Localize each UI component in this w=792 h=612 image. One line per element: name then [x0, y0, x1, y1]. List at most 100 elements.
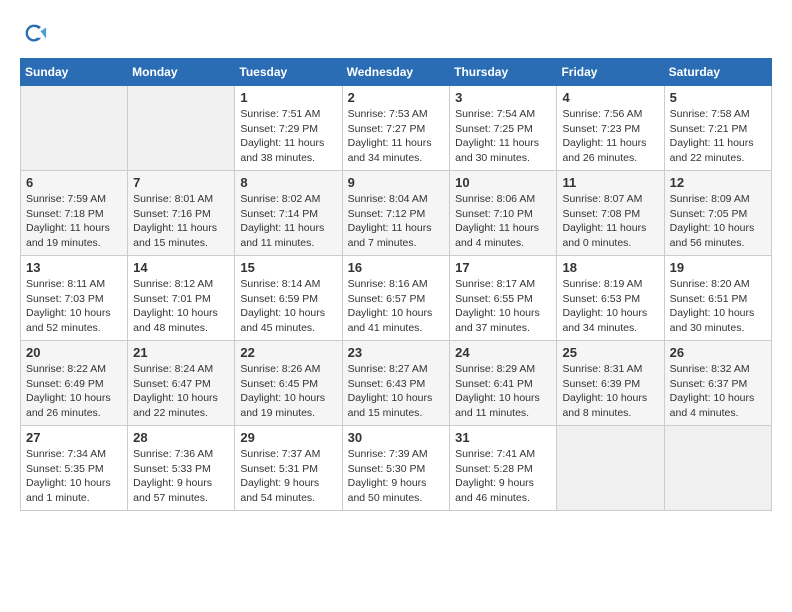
calendar-cell: 17Sunrise: 8:17 AM Sunset: 6:55 PM Dayli…: [450, 256, 557, 341]
day-number: 15: [240, 260, 336, 275]
calendar-cell: 29 Sunrise: 7:37 AM Sunset: 5:31 PM Dayli…: [235, 426, 342, 511]
calendar-cell: 24 Sunrise: 8:29 AM Sunset: 6:41 PM Dayli…: [450, 341, 557, 426]
day-info: Sunrise: 7:58 AM Sunset: 7:21 PM Dayligh…: [670, 107, 766, 166]
day-info: Sunrise: 8:27 AM Sunset: 6:43 PM Dayligh…: [348, 362, 445, 421]
day-number: 6: [26, 175, 122, 190]
day-number: 5: [670, 90, 766, 105]
day-info: Sunrise: 8:07 AM Sunset: 7:08 PM Dayligh…: [562, 192, 658, 251]
day-number: 17: [455, 260, 551, 275]
calendar-header-row: Sunday Monday Tuesday Wednesday Thursday…: [21, 59, 772, 86]
day-info: Sunrise: 8:02 AM Sunset: 7:14 PM Dayligh…: [240, 192, 336, 251]
calendar-cell: 30 Sunrise: 7:39 AM Sunset: 5:30 PM Dayli…: [342, 426, 450, 511]
calendar-cell: [21, 86, 128, 171]
calendar-cell: 13 Sunrise: 8:11 AM Sunset: 7:03 PM Dayli…: [21, 256, 128, 341]
day-info: Sunrise: 8:20 AM Sunset: 6:51 PM Dayligh…: [670, 277, 766, 336]
day-info: Sunrise: 8:29 AM Sunset: 6:41 PM Dayligh…: [455, 362, 551, 421]
calendar-cell: 16Sunrise: 8:16 AM Sunset: 6:57 PM Dayli…: [342, 256, 450, 341]
day-number: 9: [348, 175, 445, 190]
day-number: 20: [26, 345, 122, 360]
day-info: Sunrise: 8:24 AM Sunset: 6:47 PM Dayligh…: [133, 362, 229, 421]
day-info: Sunrise: 8:32 AM Sunset: 6:37 PM Dayligh…: [670, 362, 766, 421]
day-info: Sunrise: 8:01 AM Sunset: 7:16 PM Dayligh…: [133, 192, 229, 251]
day-info: Sunrise: 7:37 AM Sunset: 5:31 PM Dayligh…: [240, 447, 336, 506]
day-info: Sunrise: 8:09 AM Sunset: 7:05 PM Dayligh…: [670, 192, 766, 251]
day-number: 13: [26, 260, 122, 275]
calendar-cell: 21 Sunrise: 8:24 AM Sunset: 6:47 PM Dayli…: [128, 341, 235, 426]
header-wednesday: Wednesday: [342, 59, 450, 86]
day-number: 7: [133, 175, 229, 190]
calendar-cell: 5 Sunrise: 7:58 AM Sunset: 7:21 PM Daylig…: [664, 86, 771, 171]
calendar-cell: 25Sunrise: 8:31 AM Sunset: 6:39 PM Dayli…: [557, 341, 664, 426]
logo-icon: [20, 20, 48, 48]
header-thursday: Thursday: [450, 59, 557, 86]
header-friday: Friday: [557, 59, 664, 86]
calendar-cell: 3Sunrise: 7:54 AM Sunset: 7:25 PM Daylig…: [450, 86, 557, 171]
calendar-cell: 11 Sunrise: 8:07 AM Sunset: 7:08 PM Dayli…: [557, 171, 664, 256]
calendar-cell: 22Sunrise: 8:26 AM Sunset: 6:45 PM Dayli…: [235, 341, 342, 426]
calendar-cell: 19Sunrise: 8:20 AM Sunset: 6:51 PM Dayli…: [664, 256, 771, 341]
calendar-cell: 10Sunrise: 8:06 AM Sunset: 7:10 PM Dayli…: [450, 171, 557, 256]
calendar-cell: [557, 426, 664, 511]
day-info: Sunrise: 7:39 AM Sunset: 5:30 PM Dayligh…: [348, 447, 445, 506]
calendar-cell: [664, 426, 771, 511]
day-number: 25: [562, 345, 658, 360]
day-number: 23: [348, 345, 445, 360]
day-info: Sunrise: 8:11 AM Sunset: 7:03 PM Dayligh…: [26, 277, 122, 336]
day-number: 12: [670, 175, 766, 190]
calendar-week-4: 20 Sunrise: 8:22 AM Sunset: 6:49 PM Dayli…: [21, 341, 772, 426]
day-number: 1: [240, 90, 336, 105]
calendar-cell: 1 Sunrise: 7:51 AM Sunset: 7:29 PM Daylig…: [235, 86, 342, 171]
calendar-cell: 7 Sunrise: 8:01 AM Sunset: 7:16 PM Daylig…: [128, 171, 235, 256]
day-number: 28: [133, 430, 229, 445]
day-number: 4: [562, 90, 658, 105]
calendar-cell: [128, 86, 235, 171]
calendar-cell: 31 Sunrise: 7:41 AM Sunset: 5:28 PM Dayli…: [450, 426, 557, 511]
day-info: Sunrise: 8:22 AM Sunset: 6:49 PM Dayligh…: [26, 362, 122, 421]
day-number: 27: [26, 430, 122, 445]
calendar-week-3: 13 Sunrise: 8:11 AM Sunset: 7:03 PM Dayli…: [21, 256, 772, 341]
calendar-cell: 28 Sunrise: 7:36 AM Sunset: 5:33 PM Dayli…: [128, 426, 235, 511]
day-number: 18: [562, 260, 658, 275]
day-number: 10: [455, 175, 551, 190]
day-number: 8: [240, 175, 336, 190]
day-number: 3: [455, 90, 551, 105]
day-number: 31: [455, 430, 551, 445]
day-number: 26: [670, 345, 766, 360]
calendar-week-5: 27Sunrise: 7:34 AM Sunset: 5:35 PM Dayli…: [21, 426, 772, 511]
header-saturday: Saturday: [664, 59, 771, 86]
calendar-cell: 23 Sunrise: 8:27 AM Sunset: 6:43 PM Dayli…: [342, 341, 450, 426]
day-number: 22: [240, 345, 336, 360]
day-info: Sunrise: 8:19 AM Sunset: 6:53 PM Dayligh…: [562, 277, 658, 336]
calendar-table: Sunday Monday Tuesday Wednesday Thursday…: [20, 58, 772, 511]
day-info: Sunrise: 8:16 AM Sunset: 6:57 PM Dayligh…: [348, 277, 445, 336]
header-tuesday: Tuesday: [235, 59, 342, 86]
calendar-cell: 15 Sunrise: 8:14 AM Sunset: 6:59 PM Dayli…: [235, 256, 342, 341]
calendar-cell: 6 Sunrise: 7:59 AM Sunset: 7:18 PM Daylig…: [21, 171, 128, 256]
day-info: Sunrise: 7:36 AM Sunset: 5:33 PM Dayligh…: [133, 447, 229, 506]
day-info: Sunrise: 8:12 AM Sunset: 7:01 PM Dayligh…: [133, 277, 229, 336]
day-number: 21: [133, 345, 229, 360]
calendar-cell: 18 Sunrise: 8:19 AM Sunset: 6:53 PM Dayli…: [557, 256, 664, 341]
page-header: [20, 20, 772, 48]
day-info: Sunrise: 8:14 AM Sunset: 6:59 PM Dayligh…: [240, 277, 336, 336]
day-info: Sunrise: 8:04 AM Sunset: 7:12 PM Dayligh…: [348, 192, 445, 251]
day-info: Sunrise: 7:59 AM Sunset: 7:18 PM Dayligh…: [26, 192, 122, 251]
calendar-cell: 26 Sunrise: 8:32 AM Sunset: 6:37 PM Dayli…: [664, 341, 771, 426]
header-monday: Monday: [128, 59, 235, 86]
calendar-week-1: 1 Sunrise: 7:51 AM Sunset: 7:29 PM Daylig…: [21, 86, 772, 171]
calendar-cell: 14 Sunrise: 8:12 AM Sunset: 7:01 PM Dayli…: [128, 256, 235, 341]
day-number: 29: [240, 430, 336, 445]
calendar-cell: 12 Sunrise: 8:09 AM Sunset: 7:05 PM Dayli…: [664, 171, 771, 256]
day-number: 11: [562, 175, 658, 190]
day-number: 24: [455, 345, 551, 360]
calendar-cell: 4Sunrise: 7:56 AM Sunset: 7:23 PM Daylig…: [557, 86, 664, 171]
day-info: Sunrise: 7:41 AM Sunset: 5:28 PM Dayligh…: [455, 447, 551, 506]
calendar-cell: 20 Sunrise: 8:22 AM Sunset: 6:49 PM Dayli…: [21, 341, 128, 426]
day-number: 30: [348, 430, 445, 445]
calendar-cell: 2Sunrise: 7:53 AM Sunset: 7:27 PM Daylig…: [342, 86, 450, 171]
day-info: Sunrise: 7:51 AM Sunset: 7:29 PM Dayligh…: [240, 107, 336, 166]
day-number: 14: [133, 260, 229, 275]
calendar-cell: 9 Sunrise: 8:04 AM Sunset: 7:12 PM Daylig…: [342, 171, 450, 256]
calendar-cell: 8 Sunrise: 8:02 AM Sunset: 7:14 PM Daylig…: [235, 171, 342, 256]
logo: [20, 20, 52, 48]
